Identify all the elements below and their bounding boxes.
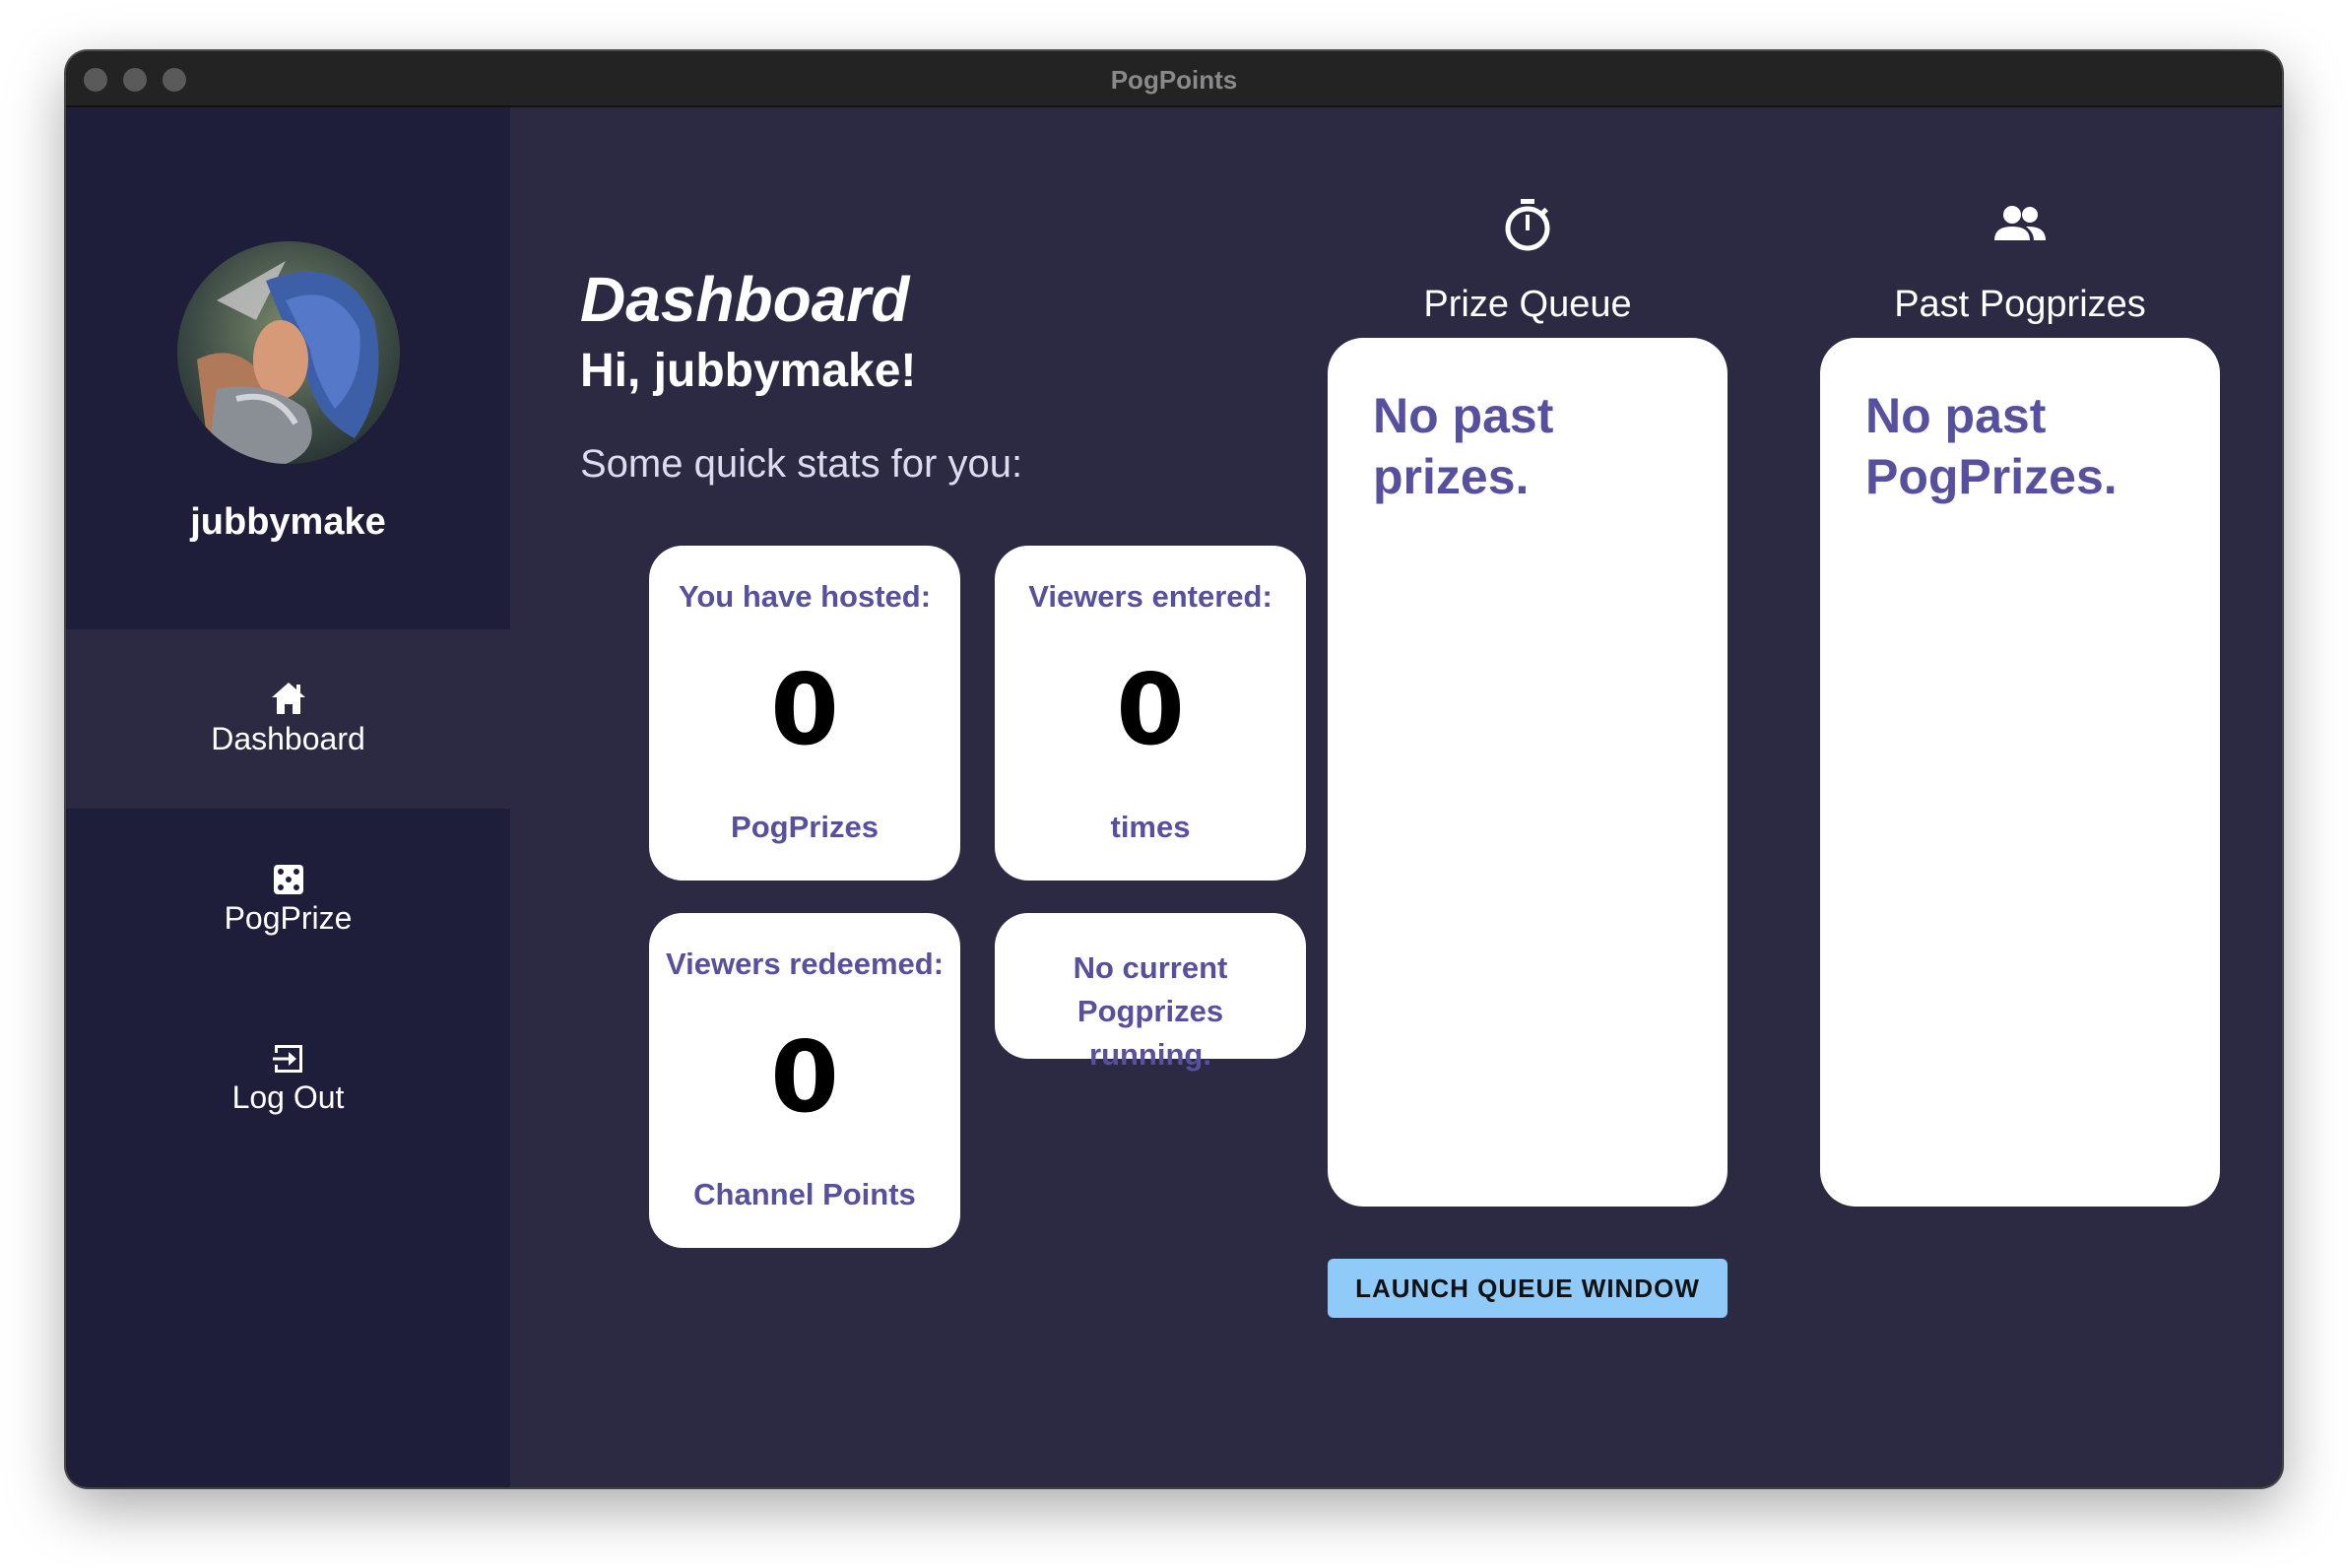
launch-queue-window-button[interactable]: LAUNCH QUEUE WINDOW [1328, 1259, 1728, 1318]
stat-value: 0 [770, 652, 839, 767]
prize-queue-panel: No past prizes. [1328, 338, 1728, 1207]
app-window: PogPoints jubbymake Dashboard PogPrize L… [66, 51, 2282, 1487]
dice-icon [274, 865, 303, 894]
stat-card-hosted: You have hosted: 0 PogPrizes [649, 546, 960, 881]
greeting: Hi, jubbymake! [580, 345, 917, 397]
sidebar-item-dashboard[interactable]: Dashboard [66, 629, 510, 809]
sidebar-item-label: Log Out [231, 1079, 345, 1115]
sidebar-item-label: PogPrize [224, 900, 353, 936]
prize-queue-title: Prize Queue [1423, 284, 1632, 325]
stat-unit: PogPrizes [731, 810, 879, 844]
page-title: Dashboard [580, 264, 910, 335]
sidebar-item-pogprize[interactable]: PogPrize [66, 809, 510, 988]
stat-label: You have hosted: [678, 579, 932, 614]
stat-card-redeemed: Viewers redeemed: 0 Channel Points [649, 913, 960, 1248]
stat-value: 0 [1116, 652, 1185, 767]
stat-card-entered: Viewers entered: 0 times [995, 546, 1306, 881]
sidebar-item-label: Dashboard [211, 721, 365, 756]
prize-queue-empty-message: No past prizes. [1373, 388, 1554, 504]
stat-unit: Channel Points [693, 1177, 916, 1211]
timer-icon [1505, 199, 1550, 251]
running-status-card: No current Pogprizes running. [995, 913, 1306, 1072]
logout-icon [273, 1045, 302, 1073]
window-title: PogPoints [1110, 65, 1238, 95]
sidebar: jubbymake Dashboard PogPrize Log Out [66, 107, 510, 1487]
stat-label: Viewers redeemed: [665, 947, 945, 981]
sidebar-item-logout[interactable]: Log Out [66, 988, 510, 1167]
past-pogprizes-empty-message: No past PogPrizes. [1865, 388, 2118, 504]
past-pogprizes-title: Past Pogprizes [1894, 284, 2146, 325]
stats-subtitle: Some quick stats for you: [580, 442, 1023, 486]
running-status-text: No current Pogprizes running. [1073, 950, 1228, 1072]
home-icon [272, 683, 305, 714]
stat-value: 0 [770, 1019, 839, 1135]
past-pogprizes-panel: No past PogPrizes. [1820, 338, 2220, 1207]
username: jubbymake [190, 501, 386, 543]
avatar [177, 241, 400, 464]
stat-label: Viewers entered: [1028, 579, 1272, 614]
title-bar[interactable]: PogPoints [66, 51, 2282, 107]
stat-unit: times [1110, 810, 1191, 844]
people-icon [1994, 206, 2046, 240]
